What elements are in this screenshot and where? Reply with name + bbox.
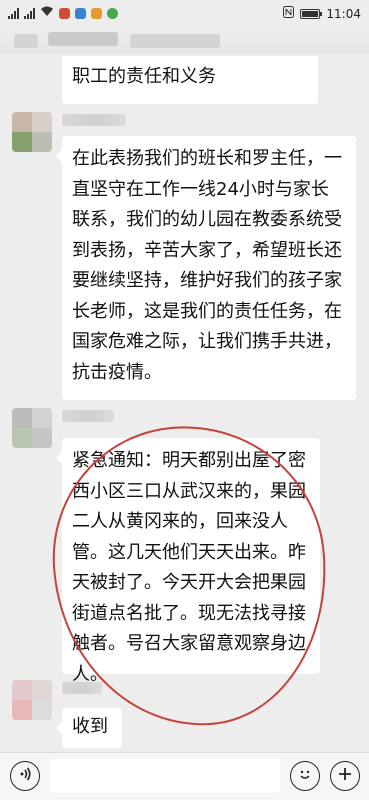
blurred-header bbox=[0, 28, 369, 54]
emoji-button[interactable] bbox=[290, 761, 320, 791]
voice-icon bbox=[17, 766, 33, 786]
signal-icon bbox=[8, 7, 19, 19]
chat-message-list[interactable]: 职工的责任和义务 在此表扬我们的班长和罗主任，一直坚守在工作一线24小时与家长联… bbox=[0, 28, 369, 752]
message-bubble[interactable]: 收到 bbox=[56, 708, 122, 748]
battery-level bbox=[302, 10, 318, 17]
message-text: 在此表扬我们的班长和罗主任，一直坚守在工作一线24小时与家长联系，我们的幼儿园在… bbox=[72, 148, 342, 383]
wifi-icon bbox=[40, 6, 54, 20]
status-left bbox=[8, 6, 118, 20]
sender-name bbox=[62, 410, 114, 422]
blur-block bbox=[130, 34, 220, 48]
emoji-icon bbox=[296, 765, 314, 787]
blur-block bbox=[14, 34, 38, 48]
input-bar bbox=[0, 752, 369, 800]
plus-icon bbox=[337, 766, 353, 786]
message-text: 职工的责任和义务 bbox=[72, 66, 216, 87]
app-icon-d bbox=[107, 7, 118, 19]
more-button[interactable] bbox=[330, 761, 360, 791]
battery-icon bbox=[300, 8, 323, 19]
avatar[interactable] bbox=[12, 680, 52, 720]
app-icon-c bbox=[91, 7, 102, 19]
sender-name bbox=[62, 114, 126, 126]
status-bar: 11:04 bbox=[0, 0, 369, 28]
blur-block bbox=[48, 32, 118, 46]
message-bubble[interactable]: 职工的责任和义务 bbox=[62, 56, 318, 104]
avatar[interactable] bbox=[12, 112, 52, 152]
message-input[interactable] bbox=[50, 759, 280, 793]
status-right: 11:04 bbox=[283, 6, 361, 21]
message-text: 收到 bbox=[72, 716, 108, 737]
message-bubble[interactable]: 紧急通知：明天都别出屋了密西小区三口从武汉来的，果园二人从黄冈来的，回来没人管。… bbox=[56, 438, 320, 685]
voice-button[interactable] bbox=[10, 761, 40, 791]
sender-name bbox=[62, 682, 102, 694]
message-bubble[interactable]: 在此表扬我们的班长和罗主任，一直坚守在工作一线24小时与家长联系，我们的幼儿园在… bbox=[56, 136, 356, 400]
app-icon-a bbox=[59, 7, 70, 19]
message-text: 紧急通知：明天都别出屋了密西小区三口从武汉来的，果园二人从黄冈来的，回来没人管。… bbox=[72, 450, 306, 685]
avatar[interactable] bbox=[12, 408, 52, 448]
status-time: 11:04 bbox=[326, 6, 361, 21]
app-icon-b bbox=[75, 7, 86, 19]
nfc-icon bbox=[283, 6, 295, 21]
signal-icon bbox=[24, 7, 35, 19]
